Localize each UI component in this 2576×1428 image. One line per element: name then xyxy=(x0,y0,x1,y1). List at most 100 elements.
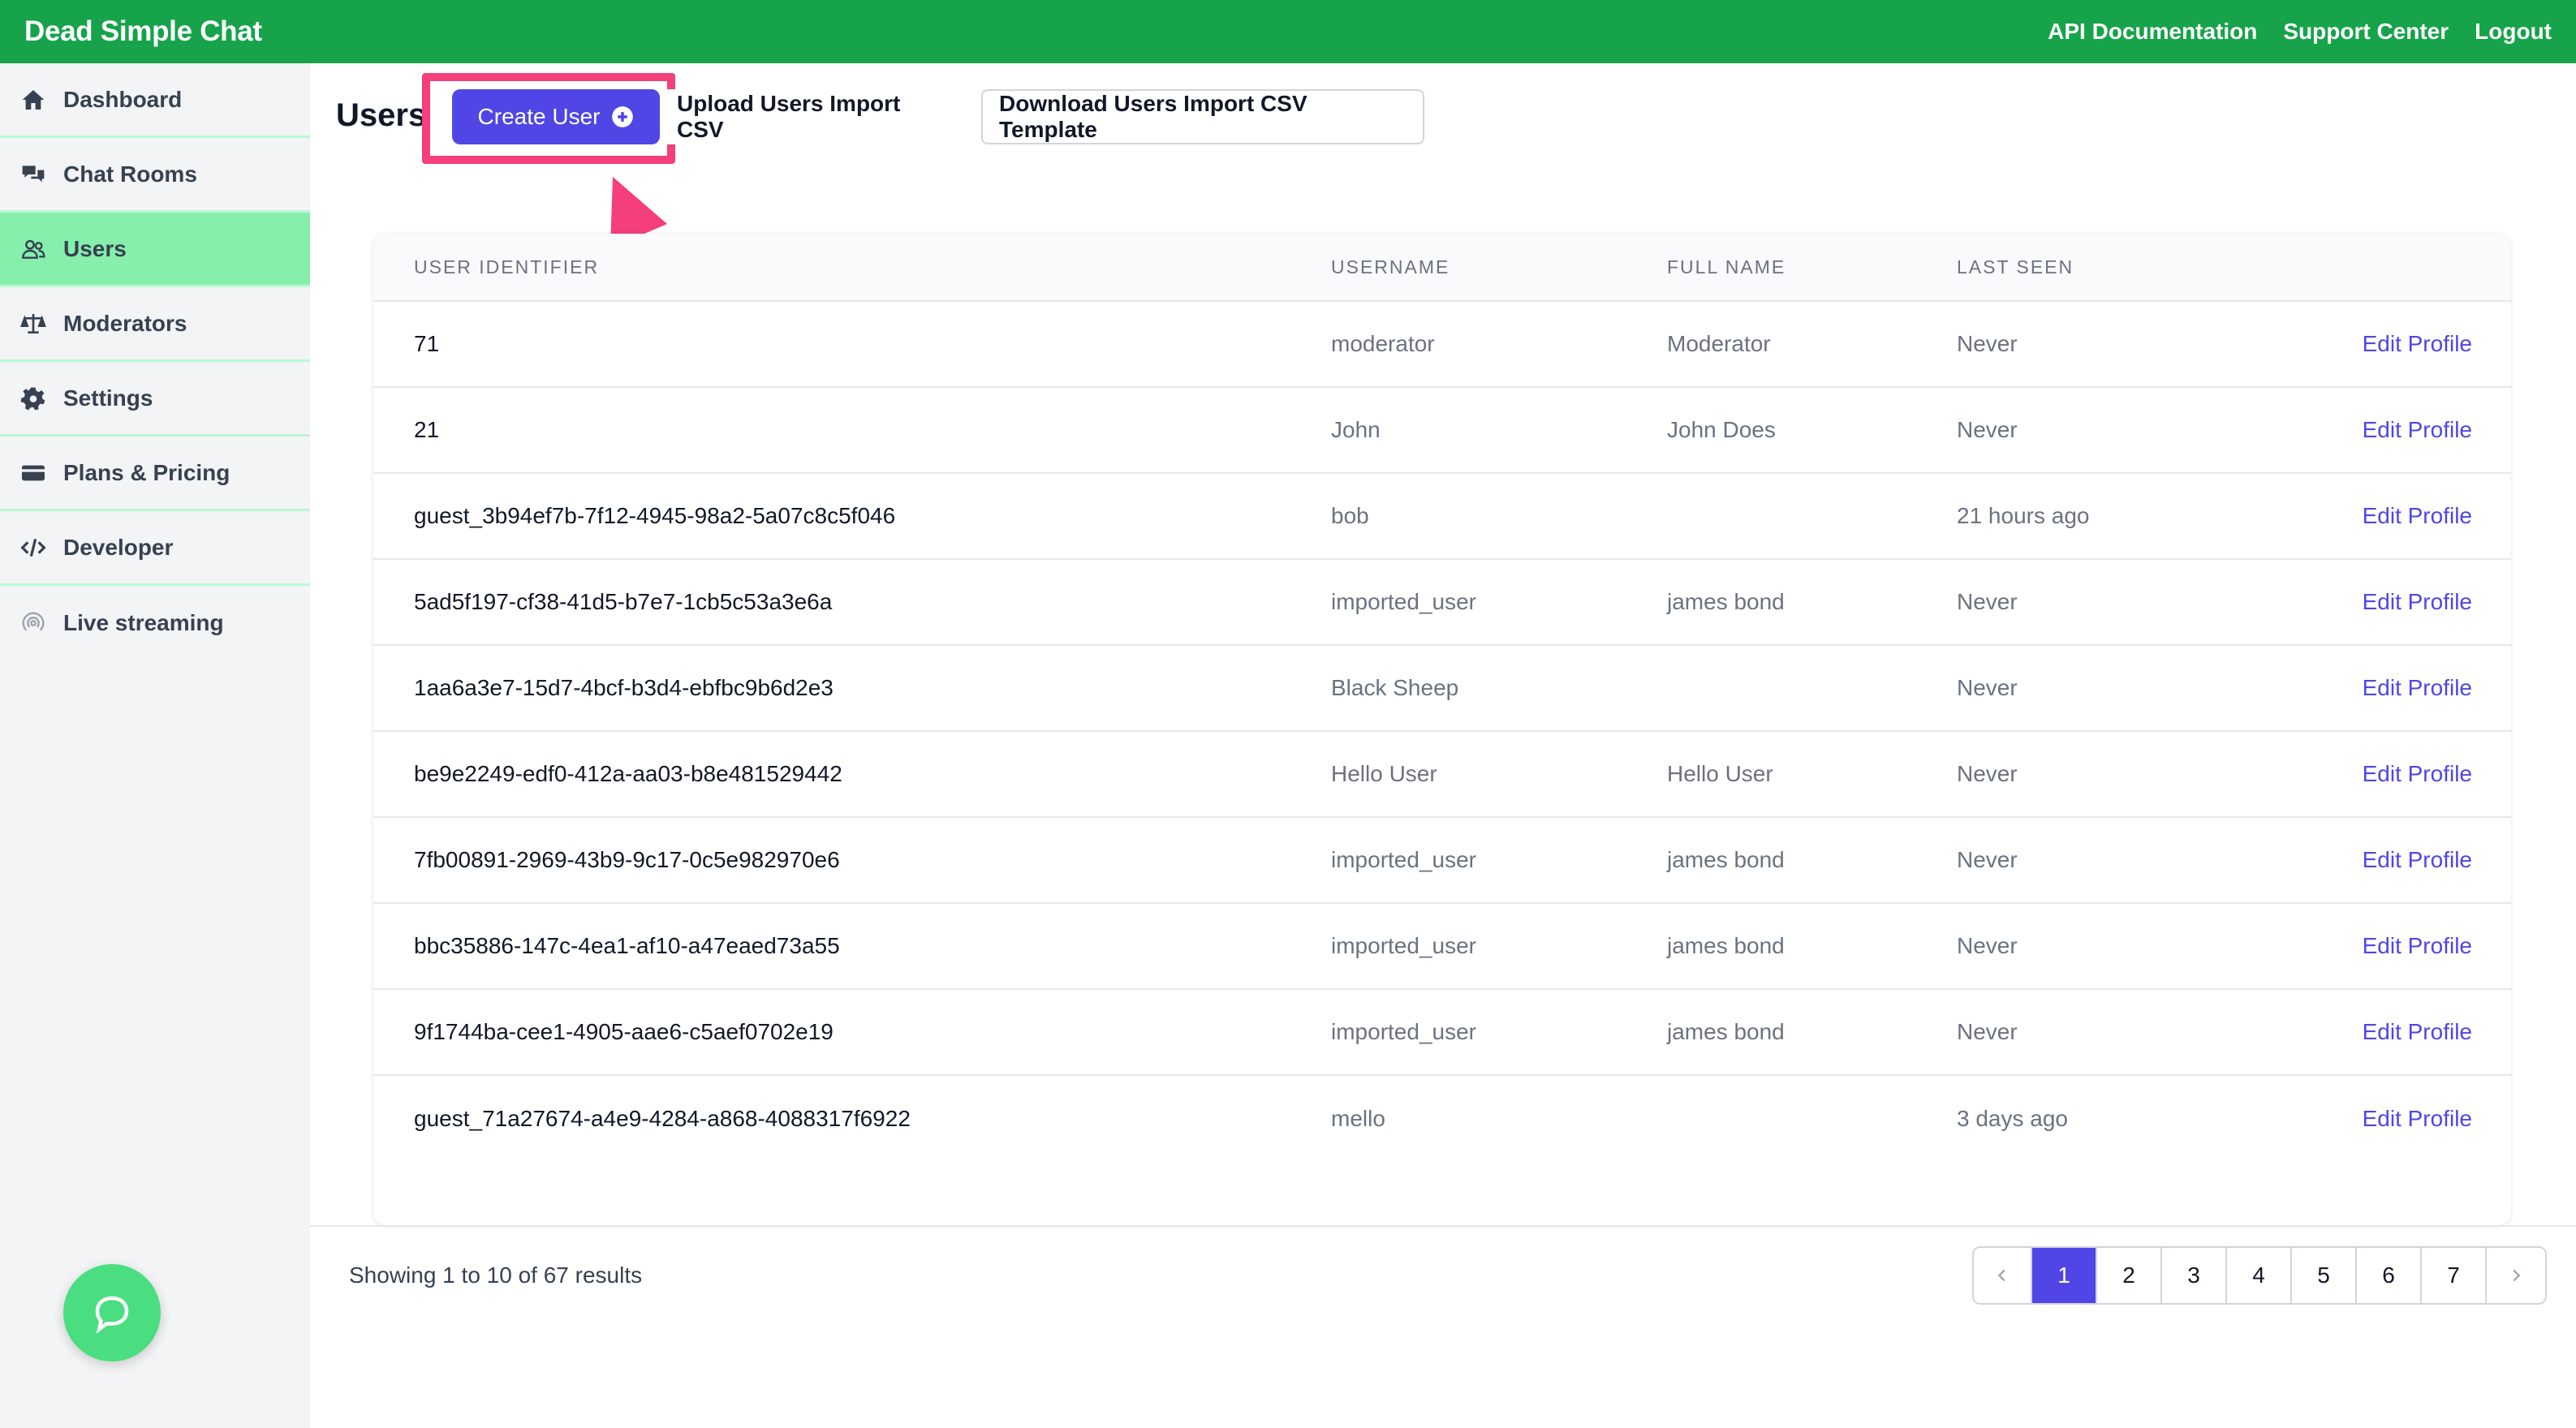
sidebar-item-users[interactable]: Users xyxy=(0,213,310,287)
home-icon xyxy=(19,86,47,114)
cell-username: imported_user xyxy=(1331,847,1476,872)
footer-divider xyxy=(310,1225,2576,1227)
table-row: 21 John John Does Never Edit Profile xyxy=(373,388,2511,474)
page-button-2[interactable]: 2 xyxy=(2097,1248,2162,1303)
download-label: Download Users Import CSV Template xyxy=(999,91,1307,142)
support-chat-button[interactable] xyxy=(63,1264,161,1361)
cell-full-name: james bond xyxy=(1667,1019,1785,1044)
download-csv-template-button[interactable]: Download Users Import CSV Template xyxy=(981,89,1424,144)
next-page-button[interactable] xyxy=(2487,1248,2545,1303)
table-row: guest_71a27674-a4e9-4284-a868-4088317f69… xyxy=(373,1076,2511,1162)
scale-icon xyxy=(19,310,47,338)
table-row: bbc35886-147c-4ea1-af10-a47eaed73a55 imp… xyxy=(373,904,2511,990)
api-documentation-link[interactable]: API Documentation xyxy=(2048,19,2257,45)
cell-last-seen: Never xyxy=(1957,847,2018,872)
sidebar-item-moderators[interactable]: Moderators xyxy=(0,287,310,362)
chevron-right-icon xyxy=(2513,1269,2521,1282)
sidebar: Dashboard Chat Rooms Users Moderators Se… xyxy=(0,63,310,1428)
edit-profile-link[interactable]: Edit Profile xyxy=(2363,1106,2472,1132)
support-center-link[interactable]: Support Center xyxy=(2283,19,2449,45)
header-full-name: FULL NAME xyxy=(1667,256,1786,277)
sidebar-item-dashboard[interactable]: Dashboard xyxy=(0,63,310,138)
upload-label: Upload Users Import CSV xyxy=(677,91,901,142)
sidebar-item-live-streaming[interactable]: Live streaming xyxy=(0,586,310,660)
edit-profile-link[interactable]: Edit Profile xyxy=(2363,933,2472,959)
cell-username: bob xyxy=(1331,503,1369,528)
logout-link[interactable]: Logout xyxy=(2475,19,2552,45)
main-content: Users Create User Upload Users Import CS… xyxy=(310,63,2576,1428)
page-button-7[interactable]: 7 xyxy=(2422,1248,2487,1303)
cell-last-seen: Never xyxy=(1957,331,2018,356)
sidebar-item-label: Moderators xyxy=(63,310,187,336)
table-row: 1aa6a3e7-15d7-4bcf-b3d4-ebfbc9b6d2e3 Bla… xyxy=(373,646,2511,732)
table-row: 71 moderator Moderator Never Edit Profil… xyxy=(373,302,2511,388)
sidebar-item-developer[interactable]: Developer xyxy=(0,511,310,586)
page-button-1[interactable]: 1 xyxy=(2032,1248,2097,1303)
cell-user-identifier: 9f1744ba-cee1-4905-aae6-c5aef0702e19 xyxy=(414,1019,834,1044)
code-icon xyxy=(19,534,47,561)
cell-username: imported_user xyxy=(1331,589,1476,614)
cell-last-seen: Never xyxy=(1957,589,2018,614)
credit-card-icon xyxy=(19,459,47,487)
edit-profile-link[interactable]: Edit Profile xyxy=(2363,589,2472,615)
sidebar-item-label: Developer xyxy=(63,534,174,560)
table-row: 7fb00891-2969-43b9-9c17-0c5e982970e6 imp… xyxy=(373,818,2511,904)
cell-last-seen: Never xyxy=(1957,417,2018,442)
page-button-5[interactable]: 5 xyxy=(2292,1248,2357,1303)
cell-username: imported_user xyxy=(1331,933,1476,958)
upload-users-csv-button[interactable]: Upload Users Import CSV xyxy=(661,89,937,144)
edit-profile-link[interactable]: Edit Profile xyxy=(2363,761,2472,787)
chevron-left-icon xyxy=(1997,1269,2005,1282)
sidebar-item-plans-pricing[interactable]: Plans & Pricing xyxy=(0,437,310,511)
cell-full-name: John Does xyxy=(1667,417,1776,442)
edit-profile-link[interactable]: Edit Profile xyxy=(2363,847,2472,873)
sidebar-item-label: Settings xyxy=(63,385,153,411)
cell-username: Black Sheep xyxy=(1331,675,1459,700)
cell-last-seen: Never xyxy=(1957,1019,2018,1044)
brand-logo[interactable]: Dead Simple Chat xyxy=(24,15,262,48)
cell-full-name: james bond xyxy=(1667,933,1785,958)
sidebar-item-label: Plans & Pricing xyxy=(63,459,230,485)
cell-full-name: james bond xyxy=(1667,847,1785,872)
cell-username: John xyxy=(1331,417,1381,442)
header-user-identifier: USER IDENTIFIER xyxy=(414,256,600,277)
cell-user-identifier: 21 xyxy=(414,417,440,442)
table-row: guest_3b94ef7b-7f12-4945-98a2-5a07c8c5f0… xyxy=(373,474,2511,560)
cell-user-identifier: guest_71a27674-a4e9-4284-a868-4088317f69… xyxy=(414,1106,911,1131)
edit-profile-link[interactable]: Edit Profile xyxy=(2363,331,2472,357)
table-row: be9e2249-edf0-412a-aa03-b8e481529442 Hel… xyxy=(373,732,2511,818)
cell-username: moderator xyxy=(1331,331,1435,356)
chat-icon xyxy=(95,1296,129,1334)
page-button-6[interactable]: 6 xyxy=(2357,1248,2422,1303)
page-title: Users xyxy=(336,97,427,133)
table-header: USER IDENTIFIER USERNAME FULL NAME LAST … xyxy=(373,234,2511,302)
top-nav: API Documentation Support Center Logout xyxy=(2048,19,2552,45)
edit-profile-link[interactable]: Edit Profile xyxy=(2363,675,2472,701)
cell-user-identifier: bbc35886-147c-4ea1-af10-a47eaed73a55 xyxy=(414,933,840,958)
cell-user-identifier: be9e2249-edf0-412a-aa03-b8e481529442 xyxy=(414,761,842,786)
cell-last-seen: Never xyxy=(1957,933,2018,958)
users-table: USER IDENTIFIER USERNAME FULL NAME LAST … xyxy=(373,234,2511,1225)
cell-user-identifier: 7fb00891-2969-43b9-9c17-0c5e982970e6 xyxy=(414,847,840,872)
page-button-3[interactable]: 3 xyxy=(2162,1248,2227,1303)
cell-username: mello xyxy=(1331,1106,1385,1131)
sidebar-item-chat-rooms[interactable]: Chat Rooms xyxy=(0,138,310,213)
cell-last-seen: 3 days ago xyxy=(1957,1106,2068,1131)
sidebar-item-label: Users xyxy=(63,235,127,261)
top-bar: Dead Simple Chat API Documentation Suppo… xyxy=(0,0,2576,63)
sidebar-item-label: Dashboard xyxy=(63,86,183,112)
sidebar-item-settings[interactable]: Settings xyxy=(0,362,310,437)
previous-page-button[interactable] xyxy=(1974,1248,2032,1303)
broadcast-icon xyxy=(19,609,47,637)
edit-profile-link[interactable]: Edit Profile xyxy=(2363,417,2472,443)
cell-last-seen: 21 hours ago xyxy=(1957,503,2090,528)
cell-full-name: Hello User xyxy=(1667,761,1773,786)
edit-profile-link[interactable]: Edit Profile xyxy=(2363,1019,2472,1045)
header-username: USERNAME xyxy=(1331,256,1450,277)
cell-user-identifier: 5ad5f197-cf38-41d5-b7e7-1cb5c53a3e6a xyxy=(414,589,833,614)
table-row: 5ad5f197-cf38-41d5-b7e7-1cb5c53a3e6a imp… xyxy=(373,560,2511,646)
cell-user-identifier: 71 xyxy=(414,331,440,356)
page-button-4[interactable]: 4 xyxy=(2227,1248,2292,1303)
edit-profile-link[interactable]: Edit Profile xyxy=(2363,503,2472,529)
cell-user-identifier: guest_3b94ef7b-7f12-4945-98a2-5a07c8c5f0… xyxy=(414,503,896,528)
